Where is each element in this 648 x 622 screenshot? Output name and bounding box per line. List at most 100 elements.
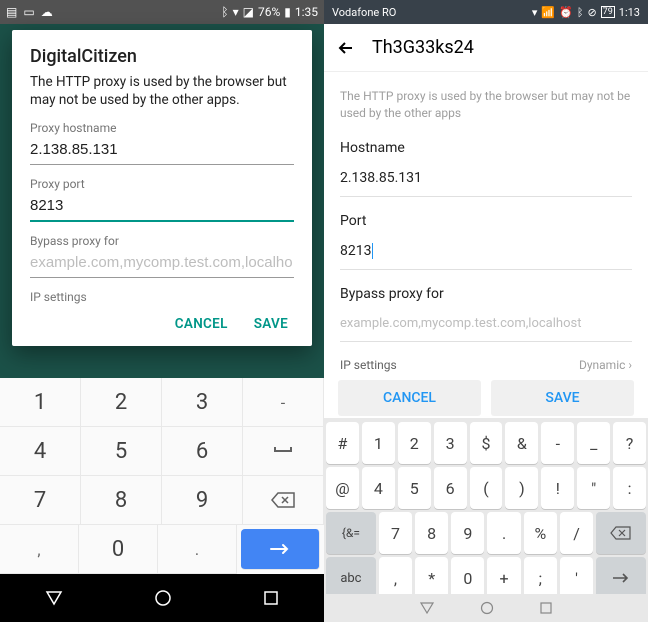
key-9[interactable]: 9 xyxy=(162,476,243,525)
key-1[interactable]: 1 xyxy=(362,422,395,464)
key-6[interactable]: 6 xyxy=(162,427,243,476)
key-apostrophe[interactable]: ' xyxy=(560,557,593,599)
key-5[interactable]: 5 xyxy=(81,427,162,476)
key-semicolon[interactable]: ; xyxy=(524,557,557,599)
numpad-keyboard: 1 2 3 - 4 5 6 7 8 9 , 0 . xyxy=(0,378,324,574)
nav-recent[interactable] xyxy=(540,602,552,614)
key-period[interactable]: . xyxy=(158,525,237,574)
bypass-input[interactable]: example.com,mycomp.test.com,localhost xyxy=(340,316,632,342)
key-space[interactable] xyxy=(243,427,324,476)
key-dash[interactable]: - xyxy=(541,422,574,464)
key-period[interactable]: . xyxy=(487,512,520,554)
key-8[interactable]: 8 xyxy=(81,476,162,525)
key-hash[interactable]: # xyxy=(326,422,359,464)
key-bang[interactable]: ! xyxy=(541,467,574,509)
key-backspace[interactable] xyxy=(243,476,324,525)
port-field: Port 8213 xyxy=(340,213,632,270)
key-slash[interactable]: / xyxy=(560,512,593,554)
key-amp[interactable]: & xyxy=(505,422,538,464)
page-header: Th3G33ks24 xyxy=(324,24,648,72)
back-button[interactable] xyxy=(336,38,356,58)
key-star[interactable]: * xyxy=(415,557,448,599)
key-underscore[interactable]: _ xyxy=(577,422,610,464)
status-left-icons: ▤ ▭ ☁ xyxy=(6,5,53,19)
wifi-icon: ▾ xyxy=(233,5,239,19)
page-title: Th3G33ks24 xyxy=(372,37,474,58)
key-6[interactable]: 6 xyxy=(434,467,467,509)
content: The HTTP proxy is used by the browser bu… xyxy=(324,72,648,372)
status-right-icons: ᛒ ▾ ◪ 76% ▮ 1:35 xyxy=(221,5,318,19)
nav-back[interactable] xyxy=(45,589,63,607)
nav-home[interactable] xyxy=(480,601,494,615)
key-1[interactable]: 1 xyxy=(0,378,81,427)
key-7[interactable]: 7 xyxy=(379,512,412,554)
key-plus[interactable]: + xyxy=(487,557,520,599)
port-label: Port xyxy=(340,213,632,229)
bypass-field: Bypass proxy for example.com,mycomp.test… xyxy=(340,286,632,342)
key-rparen[interactable]: ) xyxy=(505,467,538,509)
key-2[interactable]: 2 xyxy=(398,422,431,464)
save-button[interactable]: SAVE xyxy=(254,316,288,332)
dialog-description: The HTTP proxy is used by the browser bu… xyxy=(30,73,294,109)
keyboard: # 1 2 3 $ & - _ ? @ 4 5 6 ( ) ! " : {&= … xyxy=(324,418,648,594)
nav-recent[interactable] xyxy=(263,590,279,606)
key-7[interactable]: 7 xyxy=(0,476,81,525)
key-0[interactable]: 0 xyxy=(451,557,484,599)
dnd-icon: ⊘ xyxy=(587,6,596,19)
wifi-icon: ▾ xyxy=(532,6,538,19)
bypass-input[interactable] xyxy=(30,250,294,278)
key-percent[interactable]: % xyxy=(524,512,557,554)
key-comma[interactable]: , xyxy=(0,525,79,574)
key-5[interactable]: 5 xyxy=(398,467,431,509)
ip-settings-row[interactable]: IP settings Dynamic › xyxy=(340,358,632,372)
proxy-dialog: DigitalCitizen The HTTP proxy is used by… xyxy=(12,30,312,346)
hostname-label: Proxy hostname xyxy=(30,121,294,135)
key-abc[interactable]: abc xyxy=(326,557,376,599)
hostname-label: Hostname xyxy=(340,140,632,156)
key-enter[interactable] xyxy=(241,529,320,570)
key-colon[interactable]: : xyxy=(613,467,646,509)
alarm-icon: ⏰ xyxy=(559,6,573,19)
key-8[interactable]: 8 xyxy=(415,512,448,554)
description: The HTTP proxy is used by the browser bu… xyxy=(340,88,632,122)
key-3[interactable]: 3 xyxy=(434,422,467,464)
nav-bar xyxy=(324,594,648,622)
key-4[interactable]: 4 xyxy=(0,427,81,476)
nav-back[interactable] xyxy=(420,601,434,615)
key-0[interactable]: 0 xyxy=(79,525,158,574)
key-enter[interactable] xyxy=(596,557,646,599)
key-2[interactable]: 2 xyxy=(81,378,162,427)
hostname-input[interactable] xyxy=(30,137,294,165)
save-button[interactable]: SAVE xyxy=(491,380,634,416)
key-comma[interactable]: , xyxy=(379,557,412,599)
nav-home[interactable] xyxy=(154,589,172,607)
key-9[interactable]: 9 xyxy=(451,512,484,554)
battery-icon: ▮ xyxy=(284,5,291,19)
battery-pct: 79 xyxy=(601,6,615,18)
port-input[interactable] xyxy=(30,193,294,222)
bypass-field: Bypass proxy for xyxy=(30,234,294,278)
nav-bar xyxy=(0,574,324,622)
key-dash[interactable]: - xyxy=(243,378,324,427)
cancel-button[interactable]: CANCEL xyxy=(175,316,228,332)
cancel-button[interactable]: CANCEL xyxy=(338,380,481,416)
key-question[interactable]: ? xyxy=(613,422,646,464)
hostname-input[interactable]: 2.138.85.131 xyxy=(340,170,632,197)
key-dollar[interactable]: $ xyxy=(470,422,503,464)
key-at[interactable]: @ xyxy=(326,467,359,509)
key-symbols[interactable]: {&= xyxy=(326,512,376,554)
dialog-title: DigitalCitizen xyxy=(30,46,294,67)
key-quote[interactable]: " xyxy=(577,467,610,509)
port-label: Proxy port xyxy=(30,177,294,191)
hostname-field: Hostname 2.138.85.131 xyxy=(340,140,632,197)
phone-left: ▤ ▭ ☁ ᛒ ▾ ◪ 76% ▮ 1:35 HUAWEI-U3At Digit… xyxy=(0,0,324,622)
no-sim-icon: ◪ xyxy=(243,5,254,19)
image-icon: ▭ xyxy=(23,5,34,19)
port-input[interactable]: 8213 xyxy=(340,243,632,270)
key-3[interactable]: 3 xyxy=(162,378,243,427)
status-bar: Vodafone RO ▾ 📶 ⏰ ᛒ ⊘ 79 1:13 xyxy=(324,0,648,24)
key-lparen[interactable]: ( xyxy=(470,467,503,509)
key-backspace[interactable] xyxy=(596,512,646,554)
key-4[interactable]: 4 xyxy=(362,467,395,509)
cloud-icon: ☁ xyxy=(41,5,53,19)
